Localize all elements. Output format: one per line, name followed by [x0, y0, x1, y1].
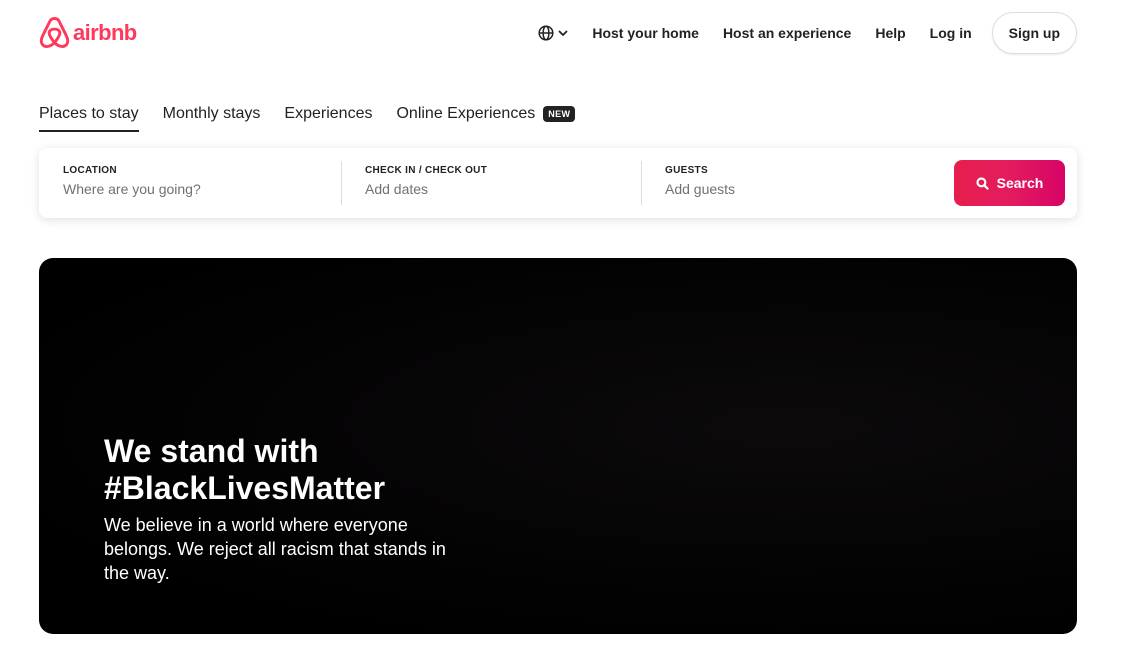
log-in-link[interactable]: Log in [930, 25, 972, 41]
sign-up-button[interactable]: Sign up [991, 12, 1077, 54]
globe-icon [538, 25, 554, 41]
tab-experiences[interactable]: Experiences [284, 104, 372, 130]
new-badge: NEW [543, 106, 576, 122]
airbnb-logo[interactable]: airbnb [39, 17, 137, 50]
tab-online-experiences[interactable]: Online Experiences NEW [396, 104, 576, 130]
dates-label: CHECK IN / CHECK OUT [365, 165, 488, 176]
guests-label: GUESTS [665, 165, 708, 176]
tab-places-to-stay[interactable]: Places to stay [39, 104, 139, 132]
search-bar: LOCATION Where are you going? CHECK IN /… [39, 148, 1077, 218]
location-field[interactable]: LOCATION Where are you going? [63, 148, 341, 218]
tab-online-experiences-label: Online Experiences [396, 105, 536, 122]
hero-title-line2: #BlackLivesMatter [104, 470, 386, 506]
search-button[interactable]: Search [954, 160, 1065, 206]
field-divider [341, 161, 342, 205]
dates-input[interactable]: Add dates [365, 181, 641, 197]
guests-input[interactable]: Add guests [665, 181, 945, 197]
hero-banner[interactable]: We stand with #BlackLivesMatter We belie… [39, 258, 1077, 634]
host-your-home-link[interactable]: Host your home [592, 25, 699, 41]
chevron-down-icon [558, 30, 568, 36]
dates-field[interactable]: CHECK IN / CHECK OUT Add dates [365, 148, 641, 218]
header-nav: Host your home Host an experience Help L… [538, 12, 1077, 54]
search-button-label: Search [996, 175, 1044, 191]
location-label: LOCATION [63, 165, 117, 176]
field-divider [641, 161, 642, 205]
language-selector[interactable] [538, 25, 568, 41]
location-input[interactable]: Where are you going? [63, 181, 341, 197]
hero-title-line1: We stand with [104, 433, 319, 469]
brand-name: airbnb [73, 20, 137, 45]
search-tabs: Places to stay Monthly stays Experiences… [39, 104, 599, 132]
hero-body: We believe in a world where everyone bel… [104, 515, 446, 583]
tab-monthly-stays[interactable]: Monthly stays [163, 104, 261, 130]
guests-field[interactable]: GUESTS Add guests [665, 148, 945, 218]
help-link[interactable]: Help [875, 25, 905, 41]
search-icon [976, 176, 989, 190]
hero-title: We stand with #BlackLivesMatter [104, 433, 524, 507]
airbnb-logo-icon [39, 17, 70, 48]
host-an-experience-link[interactable]: Host an experience [723, 25, 851, 41]
